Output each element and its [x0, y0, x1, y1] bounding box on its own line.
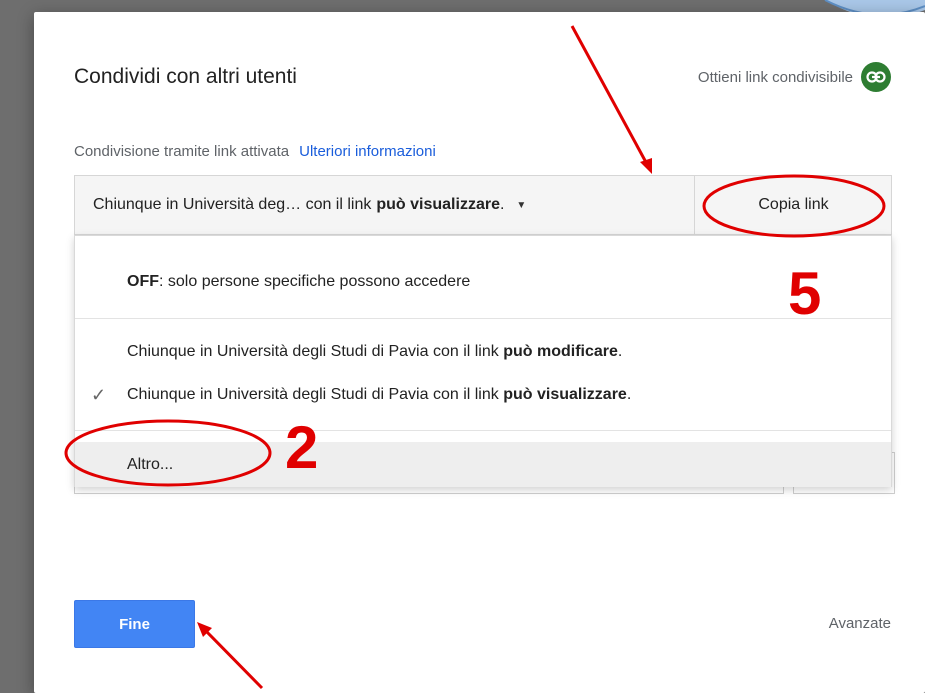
- checkmark-icon: ✓: [91, 384, 107, 405]
- link-sharing-status-text: Condivisione tramite link attivata: [74, 143, 290, 160]
- link-access-row: Chiunque in Università deg… con il link …: [74, 175, 892, 235]
- chevron-down-icon: ▼: [516, 199, 527, 211]
- can-view-suffix: .: [626, 386, 632, 403]
- menu-item-can-view[interactable]: ✓ Chiunque in Università degli Studi di …: [75, 378, 891, 412]
- menu-item-can-view-label: Chiunque in Università degli Studi di Pa…: [127, 386, 631, 404]
- get-link-label: Ottieni link condivisibile: [697, 68, 853, 86]
- learn-more-link[interactable]: Ulteriori informazioni: [299, 143, 436, 160]
- can-view-prefix: Chiunque in Università degli Studi di Pa…: [127, 386, 499, 403]
- access-suffix: .: [499, 196, 505, 213]
- done-button[interactable]: Fine: [74, 600, 195, 648]
- menu-item-more[interactable]: Altro...: [75, 442, 891, 487]
- copy-link-button[interactable]: Copia link: [694, 176, 892, 234]
- link-icon: [861, 62, 891, 92]
- link-sharing-status: Condivisione tramite link attivata Ulteri…: [74, 143, 436, 160]
- access-options-menu: OFF: solo persone specifiche possono acc…: [74, 235, 892, 487]
- menu-item-off[interactable]: OFF: solo persone specifiche possono acc…: [75, 265, 891, 299]
- dialog-title: Condividi con altri utenti: [74, 65, 297, 88]
- access-prefix: Chiunque in Università deg… con il link: [93, 196, 372, 213]
- menu-item-off-label: OFF: solo persone specifiche possono acc…: [127, 273, 470, 291]
- can-view-level: può visualizzare: [503, 386, 627, 403]
- can-edit-suffix: .: [617, 343, 623, 360]
- can-edit-prefix: Chiunque in Università degli Studi di Pa…: [127, 343, 499, 360]
- get-shareable-link-button[interactable]: Ottieni link condivisibile: [698, 62, 891, 92]
- can-edit-level: può modificare: [503, 343, 618, 360]
- menu-divider: [75, 318, 891, 319]
- access-level: può visualizzare: [376, 196, 500, 213]
- menu-divider: [75, 430, 891, 431]
- off-label: OFF: [127, 273, 159, 290]
- annotation-step-2: 2: [285, 414, 319, 481]
- menu-item-can-edit-label: Chiunque in Università degli Studi di Pa…: [127, 343, 622, 361]
- off-description: : solo persone specifiche possono accede…: [159, 273, 471, 290]
- menu-item-can-edit[interactable]: Chiunque in Università degli Studi di Pa…: [75, 335, 891, 369]
- menu-item-more-label: Altro...: [127, 455, 174, 473]
- link-access-dropdown[interactable]: Chiunque in Università deg… con il link …: [75, 176, 694, 234]
- share-dialog: Condividi con altri utenti Ottieni link …: [34, 12, 925, 693]
- advanced-link[interactable]: Avanzate: [829, 615, 891, 632]
- annotation-step-5: 5: [788, 260, 822, 327]
